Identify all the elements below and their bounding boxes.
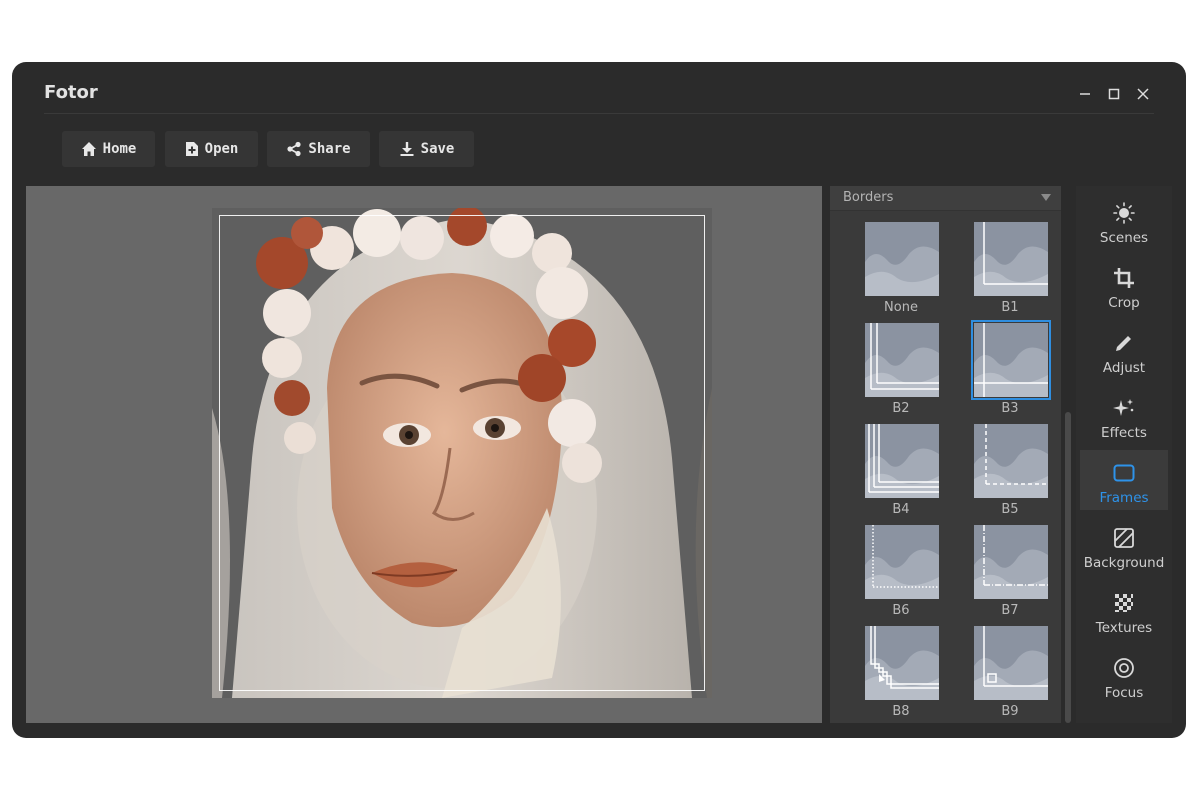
nav-crop[interactable]: Crop — [1080, 255, 1168, 315]
maximize-button[interactable] — [1102, 82, 1126, 106]
border-thumb-b4[interactable] — [865, 424, 939, 498]
panel-header[interactable]: Borders — [830, 186, 1061, 211]
border-label: B7 — [1001, 603, 1019, 618]
nav-frames-label: Frames — [1099, 490, 1149, 506]
share-label: Share — [308, 141, 351, 157]
sparkle-icon — [1113, 399, 1134, 416]
share-button[interactable]: Share — [267, 131, 370, 167]
maximize-icon — [1108, 88, 1120, 100]
tool-navigation: Scenes Crop Adjust Effects Frames Backgr… — [1076, 186, 1172, 723]
border-preview-icon — [974, 626, 1048, 700]
frame-icon — [1113, 464, 1135, 482]
border-preview-icon — [974, 323, 1048, 397]
minimize-icon — [1080, 93, 1090, 95]
nav-adjust[interactable]: Adjust — [1080, 320, 1168, 380]
home-button[interactable]: Home — [62, 131, 155, 167]
nav-background[interactable]: Background — [1080, 515, 1168, 575]
save-button[interactable]: Save — [379, 131, 474, 167]
border-label: B3 — [1001, 401, 1019, 416]
nav-effects-label: Effects — [1101, 425, 1147, 441]
borders-panel: Borders None B1 B2 B3 B4 B5 B6 B7 B8 B9 — [830, 186, 1061, 723]
close-button[interactable] — [1131, 82, 1155, 106]
border-preview-icon — [974, 222, 1048, 296]
download-icon — [400, 142, 414, 156]
close-icon — [1137, 88, 1149, 100]
border-thumb-b7[interactable] — [974, 525, 1048, 599]
border-label: B8 — [892, 704, 910, 719]
border-label: None — [884, 300, 918, 315]
nav-adjust-label: Adjust — [1102, 360, 1146, 376]
photo[interactable] — [212, 208, 712, 698]
nav-focus[interactable]: Focus — [1080, 645, 1168, 705]
canvas-area[interactable] — [26, 186, 822, 723]
share-icon — [287, 141, 302, 157]
border-label: B1 — [1001, 300, 1019, 315]
border-label: B4 — [892, 502, 910, 517]
nav-crop-label: Crop — [1108, 295, 1140, 311]
home-label: Home — [102, 141, 137, 157]
panel-scrollbar[interactable] — [1065, 412, 1071, 723]
nav-textures-label: Textures — [1095, 620, 1153, 636]
save-label: Save — [420, 141, 455, 157]
nav-background-label: Background — [1083, 555, 1165, 571]
border-preview-icon — [865, 626, 939, 700]
border-preview-icon — [865, 222, 939, 296]
nav-scenes[interactable]: Scenes — [1080, 190, 1168, 250]
home-icon — [81, 142, 96, 156]
border-thumb-b3[interactable] — [971, 320, 1051, 400]
sun-icon — [1113, 202, 1135, 224]
texture-icon — [1115, 594, 1133, 612]
app-title: Fotor — [44, 82, 98, 103]
border-thumb-b5[interactable] — [974, 424, 1048, 498]
nav-focus-label: Focus — [1104, 685, 1144, 701]
title-divider — [44, 113, 1154, 114]
background-icon — [1114, 528, 1134, 548]
app-window: Fotor Home Open Share Save Borders None … — [12, 62, 1186, 738]
crop-icon — [1114, 268, 1134, 288]
add-file-icon — [185, 142, 198, 156]
border-thumb-none[interactable] — [865, 222, 939, 296]
panel-title: Borders — [843, 190, 894, 205]
open-button[interactable]: Open — [165, 131, 258, 167]
border-label: B2 — [892, 401, 910, 416]
border-thumb-b2[interactable] — [865, 323, 939, 397]
dropdown-arrow-icon[interactable] — [1041, 194, 1051, 201]
border-preview-icon — [974, 424, 1048, 498]
border-thumb-b6[interactable] — [865, 525, 939, 599]
nav-frames[interactable]: Frames — [1080, 450, 1168, 510]
border-thumbnails: None B1 B2 B3 B4 B5 B6 B7 B8 B9 — [830, 210, 1061, 723]
border-preview-icon — [974, 525, 1048, 599]
border-preview-icon — [865, 424, 939, 498]
title-bar: Fotor — [12, 62, 1186, 124]
open-label: Open — [204, 141, 239, 157]
pencil-icon — [1116, 336, 1131, 351]
focus-icon — [1114, 658, 1134, 678]
minimize-button[interactable] — [1073, 82, 1097, 106]
border-label: B6 — [892, 603, 910, 618]
nav-effects[interactable]: Effects — [1080, 385, 1168, 445]
border-preview-icon — [865, 323, 939, 397]
border-thumb-b8[interactable] — [865, 626, 939, 700]
border-thumb-b1[interactable] — [974, 222, 1048, 296]
border-label: B9 — [1001, 704, 1019, 719]
portrait-photo-icon — [212, 208, 712, 698]
nav-textures[interactable]: Textures — [1080, 580, 1168, 640]
nav-scenes-label: Scenes — [1099, 230, 1149, 246]
border-thumb-b9[interactable] — [974, 626, 1048, 700]
border-label: B5 — [1001, 502, 1019, 517]
border-preview-icon — [865, 525, 939, 599]
